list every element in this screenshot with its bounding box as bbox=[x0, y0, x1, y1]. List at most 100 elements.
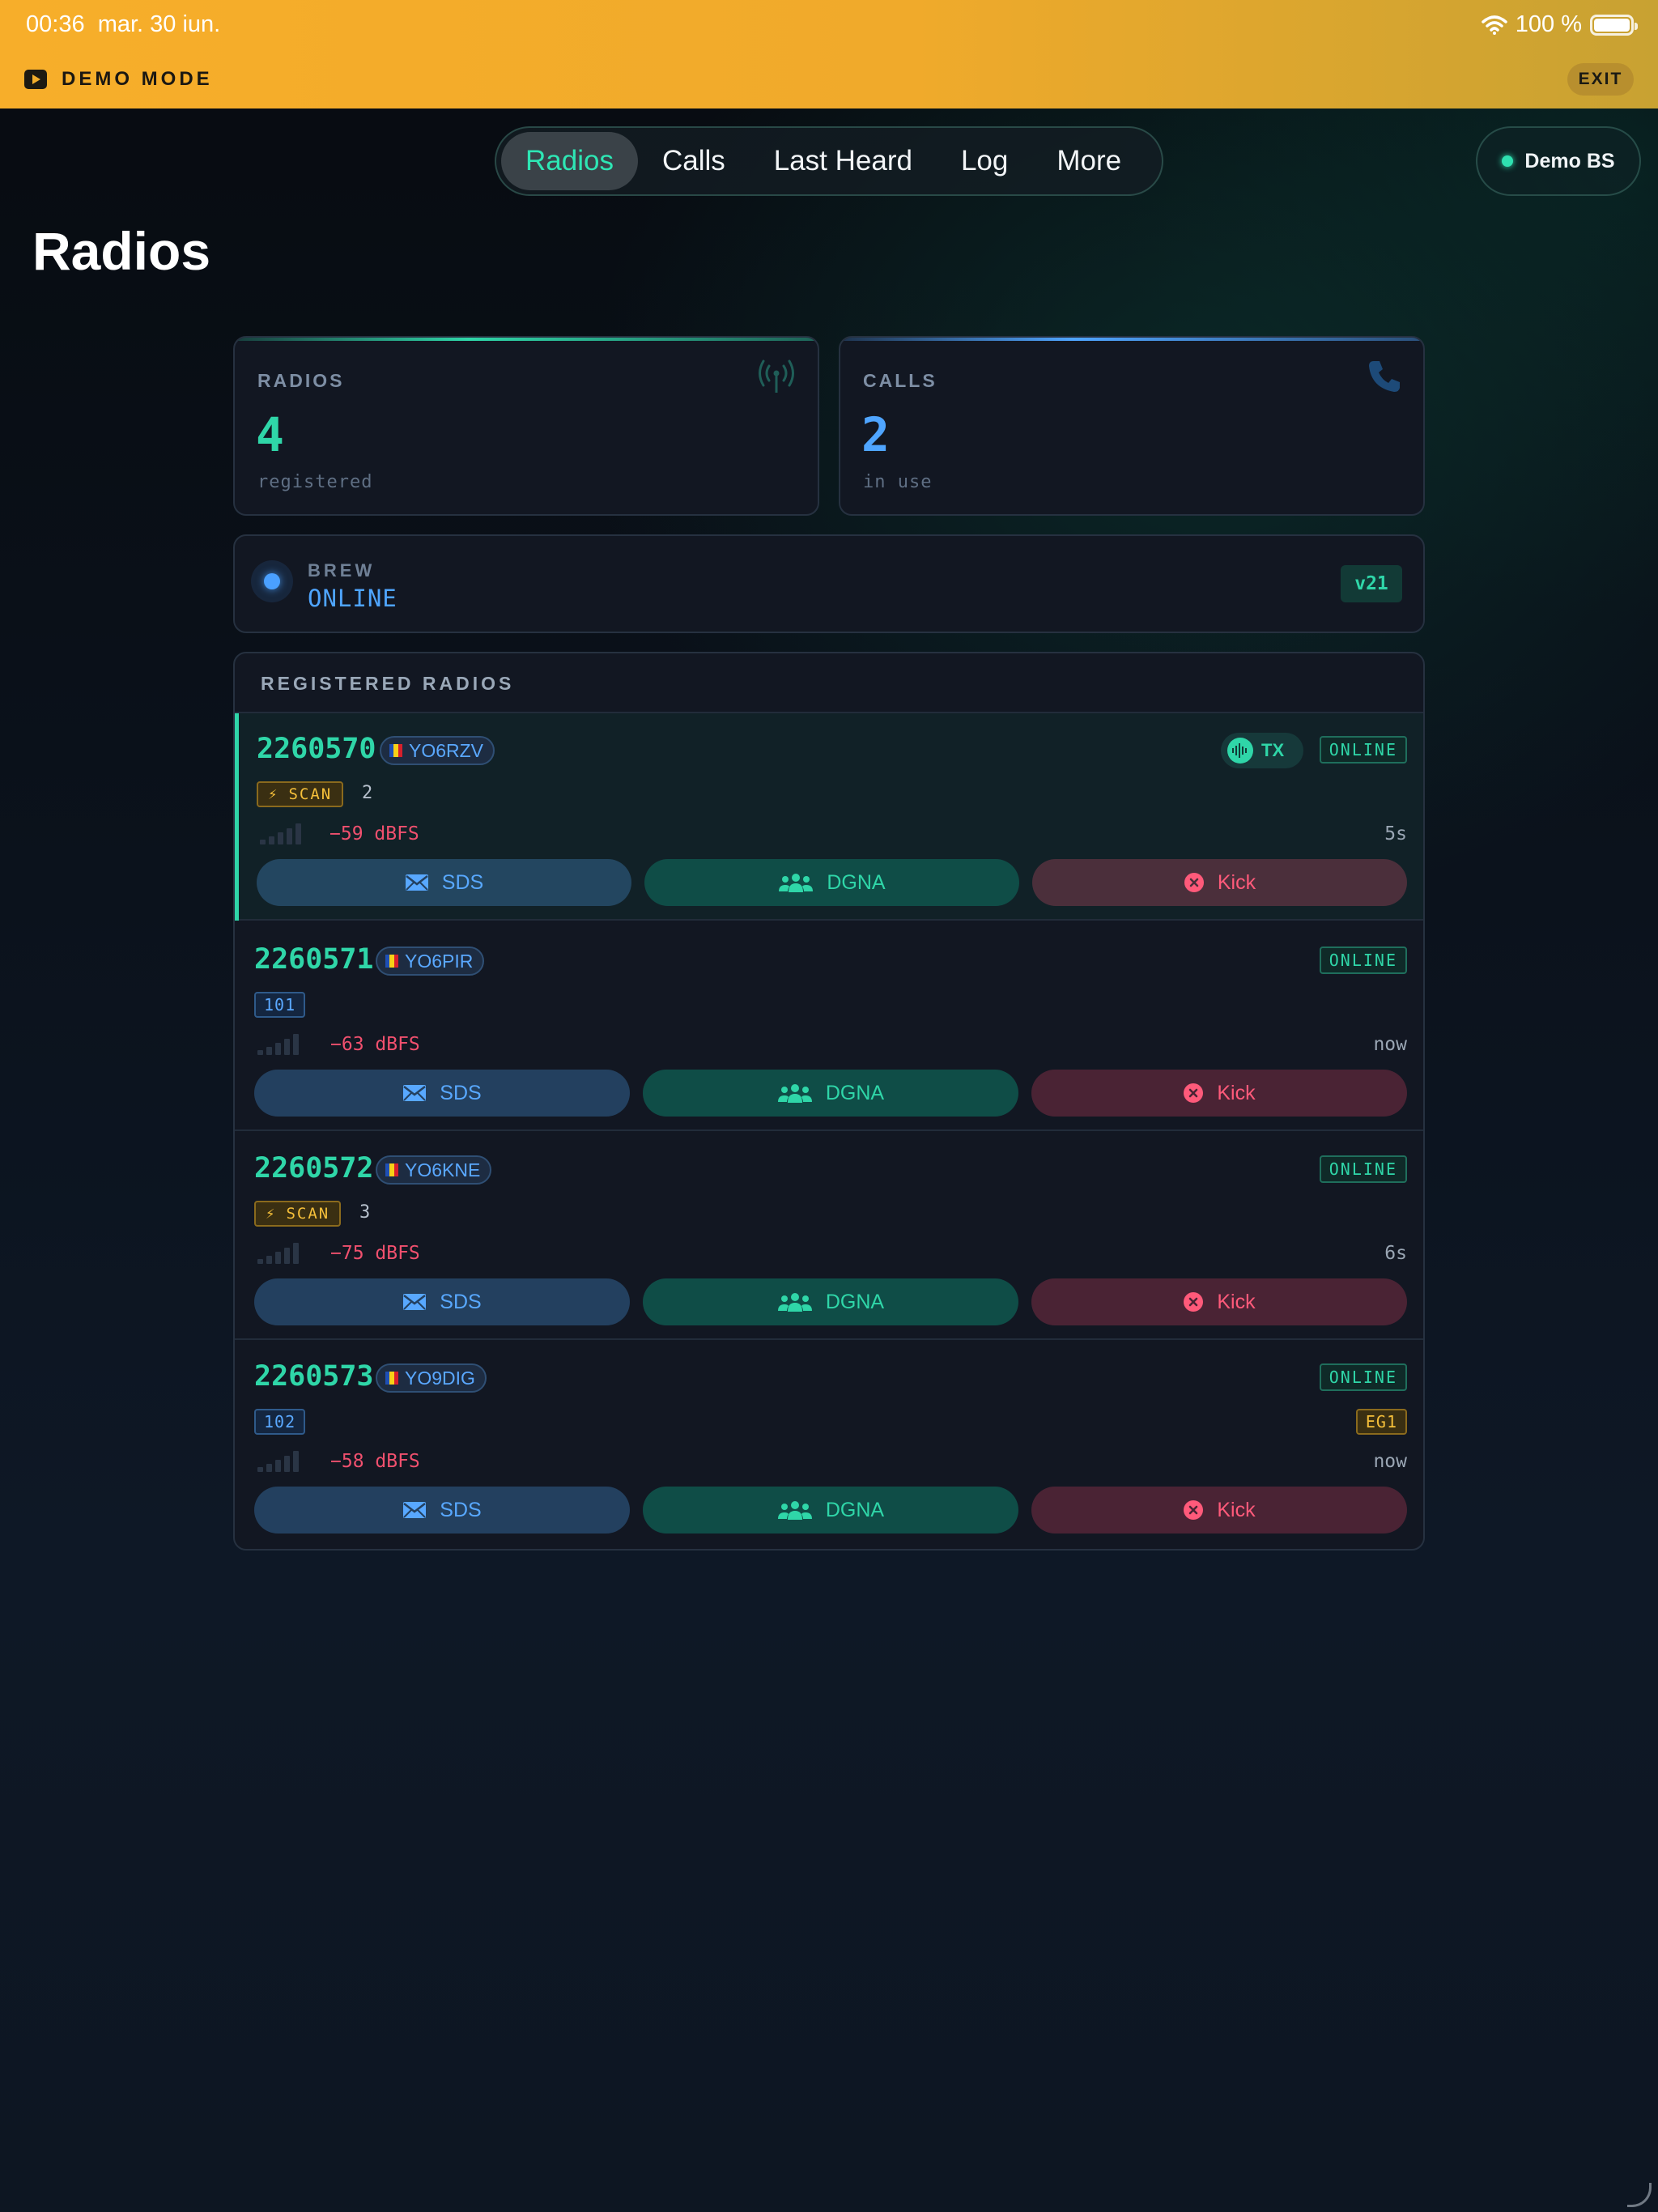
kick-button[interactable]: Kick bbox=[1031, 1487, 1407, 1534]
tab-more[interactable]: More bbox=[1032, 132, 1146, 190]
envelope-icon bbox=[403, 1294, 427, 1310]
brew-status-indicator bbox=[251, 560, 293, 602]
dgna-button[interactable]: DGNA bbox=[643, 1070, 1018, 1117]
group-badge: 102 bbox=[254, 1409, 306, 1435]
dgna-button[interactable]: DGNA bbox=[643, 1487, 1018, 1534]
calls-stat-value: 2 bbox=[861, 407, 890, 462]
radio-id: 2260572 bbox=[254, 1152, 374, 1185]
exit-demo-button[interactable]: EXIT bbox=[1567, 63, 1634, 96]
dgna-button[interactable]: DGNA bbox=[643, 1278, 1018, 1325]
tab-log[interactable]: Log bbox=[937, 132, 1032, 190]
status-date: mar. 30 iun. bbox=[97, 11, 221, 37]
battery-percent: 100 % bbox=[1515, 11, 1582, 37]
status-time: 00:36 bbox=[26, 11, 85, 37]
sds-label: SDS bbox=[440, 1081, 482, 1104]
signal-strength-icon bbox=[257, 1449, 299, 1472]
signal-dbfs: −63 dBFS bbox=[330, 1034, 420, 1055]
scan-label: SCAN bbox=[288, 785, 333, 803]
sds-button[interactable]: SDS bbox=[254, 1487, 630, 1534]
status-badge: ONLINE bbox=[1319, 736, 1407, 764]
sds-label: SDS bbox=[441, 870, 484, 894]
calls-stat-label: CALLS bbox=[863, 370, 937, 391]
tab-radios[interactable]: Radios bbox=[501, 132, 638, 190]
status-bar-time: 00:36 mar. 30 iun. bbox=[26, 11, 220, 38]
callsign-badge: YO6KNE bbox=[376, 1155, 492, 1185]
wifi-icon bbox=[1482, 15, 1507, 35]
envelope-icon bbox=[403, 1502, 427, 1518]
radio-id: 2260570 bbox=[257, 733, 376, 765]
brew-status-card: BREW ONLINE v21 bbox=[233, 534, 1425, 633]
scan-count: 2 bbox=[362, 783, 373, 803]
callsign: YO6KNE bbox=[405, 1159, 481, 1180]
sds-button[interactable]: SDS bbox=[257, 859, 631, 906]
registered-radios-panel: REGISTERED RADIOS 2260570 YO6RZV TX ONLI… bbox=[233, 652, 1425, 1551]
callsign-badge: YO6RZV bbox=[380, 736, 495, 765]
kick-label: Kick bbox=[1217, 1498, 1256, 1521]
romania-flag-icon bbox=[385, 955, 398, 968]
scan-label: SCAN bbox=[286, 1205, 330, 1223]
kick-button[interactable]: Kick bbox=[1031, 1278, 1407, 1325]
calls-stat-card: CALLS 2 in use bbox=[839, 336, 1425, 516]
radios-stat-label: RADIOS bbox=[257, 370, 345, 391]
radio-row[interactable]: 2260570 YO6RZV TX ONLINE ⚡ SCAN 2 −59 dB… bbox=[235, 713, 1423, 921]
callsign: YO9DIG bbox=[405, 1367, 475, 1389]
tab-calls[interactable]: Calls bbox=[638, 132, 750, 190]
signal-strength-icon bbox=[257, 1032, 299, 1055]
romania-flag-icon bbox=[385, 1163, 398, 1176]
envelope-icon bbox=[403, 1085, 427, 1101]
kick-label: Kick bbox=[1217, 870, 1256, 894]
antenna-icon bbox=[759, 359, 794, 393]
radios-stat-sub: registered bbox=[257, 472, 373, 492]
dgna-label: DGNA bbox=[825, 1290, 885, 1313]
tab-last-heard[interactable]: Last Heard bbox=[750, 132, 937, 190]
panel-title: REGISTERED RADIOS bbox=[261, 673, 515, 694]
romania-flag-icon bbox=[389, 744, 402, 757]
close-circle-icon bbox=[1184, 1500, 1204, 1520]
last-seen: 5s bbox=[1384, 823, 1407, 844]
close-circle-icon bbox=[1184, 1083, 1204, 1103]
radio-row[interactable]: 2260572 YO6KNE ONLINE ⚡ SCAN 3 −75 dBFS … bbox=[235, 1133, 1423, 1340]
status-badge: ONLINE bbox=[1319, 1155, 1407, 1183]
kick-button[interactable]: Kick bbox=[1032, 859, 1407, 906]
group-icon bbox=[779, 874, 814, 892]
phone-icon bbox=[1369, 361, 1400, 392]
resize-handle-icon bbox=[1627, 2183, 1652, 2207]
callsign-badge: YO6PIR bbox=[376, 946, 485, 976]
page-title: Radios bbox=[32, 221, 211, 281]
brew-label: BREW bbox=[308, 560, 376, 581]
group-badge: 101 bbox=[254, 992, 306, 1018]
tab-bar: Radios Calls Last Heard Log More bbox=[495, 126, 1163, 196]
sds-button[interactable]: SDS bbox=[254, 1278, 630, 1325]
radios-stat-value: 4 bbox=[256, 407, 284, 462]
brew-version-badge: v21 bbox=[1341, 565, 1402, 602]
tx-label: TX bbox=[1261, 740, 1285, 760]
dgna-label: DGNA bbox=[825, 1498, 885, 1521]
play-icon bbox=[24, 70, 47, 89]
sds-button[interactable]: SDS bbox=[254, 1070, 630, 1117]
radio-row[interactable]: 2260573 YO9DIG ONLINE 102 EG1 −58 dBFS n… bbox=[235, 1341, 1423, 1548]
status-dot bbox=[1502, 155, 1514, 167]
base-station-pill[interactable]: Demo BS bbox=[1476, 126, 1641, 196]
demo-mode-label: DEMO MODE bbox=[62, 68, 213, 90]
emergency-group-badge: EG1 bbox=[1355, 1409, 1407, 1435]
scan-count: 3 bbox=[359, 1202, 371, 1223]
waveform-icon bbox=[1227, 738, 1253, 764]
demo-mode-indicator: DEMO MODE bbox=[24, 68, 213, 91]
close-circle-icon bbox=[1184, 1292, 1204, 1312]
radio-row[interactable]: 2260571 YO6PIR ONLINE 101 −63 dBFS now S… bbox=[235, 924, 1423, 1131]
lightning-icon: ⚡ bbox=[268, 785, 279, 803]
lightning-icon: ⚡ bbox=[266, 1205, 277, 1223]
kick-label: Kick bbox=[1217, 1081, 1256, 1104]
tx-badge: TX bbox=[1221, 733, 1303, 768]
envelope-icon bbox=[405, 874, 428, 891]
signal-dbfs: −75 dBFS bbox=[330, 1243, 420, 1264]
kick-button[interactable]: Kick bbox=[1031, 1070, 1407, 1117]
close-circle-icon bbox=[1184, 873, 1204, 892]
radio-id: 2260573 bbox=[254, 1360, 374, 1393]
group-icon bbox=[777, 1084, 812, 1103]
dgna-button[interactable]: DGNA bbox=[644, 859, 1019, 906]
radios-stat-card: RADIOS 4 registered bbox=[233, 336, 819, 516]
last-seen: now bbox=[1373, 1451, 1407, 1472]
sds-label: SDS bbox=[440, 1498, 482, 1521]
demo-banner: 00:36 mar. 30 iun. 100 % DEMO MODE EXIT bbox=[0, 0, 1658, 108]
